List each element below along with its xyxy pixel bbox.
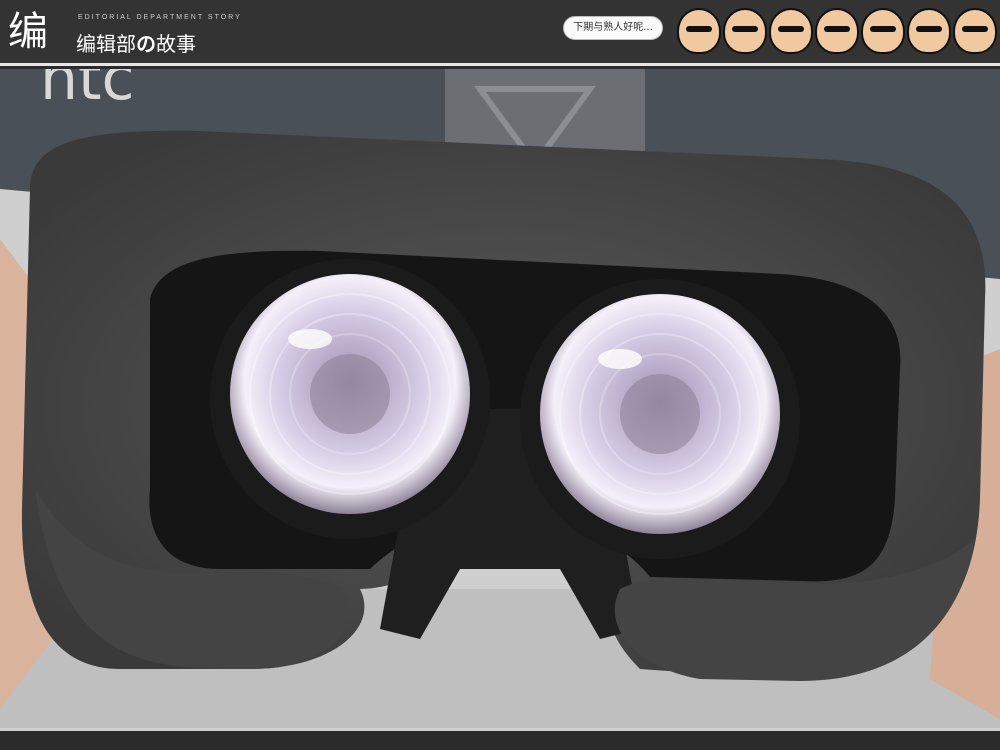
cartoon-face-icon — [815, 8, 859, 54]
site-header: 编 EDITORIAL DEPARTMENT STORY 编辑部の故事 下期与熟… — [0, 0, 1000, 66]
site-title-part1: 编辑部 — [76, 32, 136, 56]
site-footer-bar — [0, 728, 1000, 750]
brand-text-left: htc — [40, 69, 135, 114]
cartoon-face-icon — [723, 8, 767, 54]
speech-bubble: 下期与熟人好呢... — [563, 16, 663, 40]
cartoon-face-icon — [677, 8, 721, 54]
cartoon-face-icon — [907, 8, 951, 54]
site-logo[interactable]: 编 — [8, 6, 66, 58]
site-title-part2: 故事 — [156, 32, 196, 56]
cartoon-face-icon — [861, 8, 905, 54]
page: 编 EDITORIAL DEPARTMENT STORY 编辑部の故事 下期与熟… — [0, 0, 1000, 750]
cartoon-face-icon — [953, 8, 997, 54]
cartoon-face-icon — [769, 8, 813, 54]
cartoon-characters — [676, 0, 1000, 64]
site-title-no: の — [136, 32, 156, 56]
vr-headset-photo: htc htc — [0, 69, 1000, 728]
site-title[interactable]: 编辑部の故事 — [76, 28, 196, 57]
vr-headset-illustration: htc htc — [0, 69, 1000, 728]
site-tagline: EDITORIAL DEPARTMENT STORY — [78, 14, 242, 21]
